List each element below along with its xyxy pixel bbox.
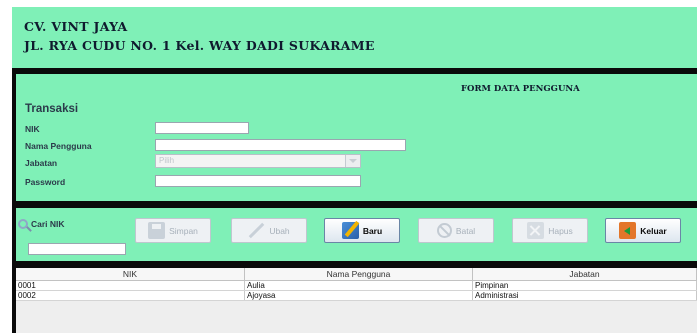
user-form-panel: FORM DATA PENGGUNA Transaksi NIK Nama Pe… (16, 74, 697, 201)
cari-nik-input[interactable] (28, 243, 126, 255)
nik-field[interactable] (155, 122, 249, 134)
batal-button[interactable]: Batal (418, 218, 494, 243)
baru-button-label: Baru (362, 225, 383, 236)
exit-icon (619, 222, 637, 239)
password-label: Password (25, 177, 66, 187)
delete-icon (527, 222, 545, 239)
save-icon (148, 222, 166, 239)
table-cell: Administrasi (473, 291, 697, 300)
cari-nik-label-group: Cari NIK (18, 219, 65, 229)
table-cell: 0001 (16, 281, 245, 290)
keluar-button-label: Keluar (640, 225, 667, 236)
section-heading: Transaksi (25, 103, 79, 115)
jabatan-selected-value: Pilih (159, 156, 175, 165)
column-header-jabatan[interactable]: Jabatan (473, 268, 697, 280)
table-header: NIK Nama Pengguna Jabatan (16, 268, 697, 281)
nama-pengguna-field[interactable] (155, 139, 406, 151)
user-table: NIK Nama Pengguna Jabatan 0001 Aulia Pim… (16, 268, 697, 333)
company-address: JL. RYA CUDU NO. 1 Kel. WAY DADI SUKARAM… (24, 38, 375, 53)
table-row[interactable]: 0001 Aulia Pimpinan (16, 281, 697, 291)
table-cell: 0002 (16, 291, 245, 300)
action-toolbar: Cari NIK Simpan Ubah Baru Batal Hapus Ke… (16, 208, 697, 261)
table-cell: Pimpinan (473, 281, 697, 290)
chevron-down-icon[interactable] (345, 155, 360, 167)
form-title: FORM DATA PENGGUNA (461, 84, 580, 94)
nik-label: NIK (25, 124, 40, 134)
table-cell: Aulia (245, 281, 473, 290)
search-icon (18, 219, 28, 229)
ubah-button[interactable]: Ubah (231, 218, 307, 243)
cancel-icon (436, 223, 452, 238)
baru-button[interactable]: Baru (324, 218, 400, 243)
company-name: CV. VINT JAYA (24, 19, 128, 34)
nama-pengguna-label: Nama Pengguna (25, 141, 92, 151)
keluar-button[interactable]: Keluar (605, 218, 681, 243)
column-header-nik[interactable]: NIK (16, 268, 245, 280)
jabatan-select[interactable]: Pilih (155, 154, 361, 168)
hapus-button-label: Hapus (548, 225, 573, 236)
table-cell: Ajoyasa (245, 291, 473, 300)
hapus-button[interactable]: Hapus (512, 218, 588, 243)
company-header: CV. VINT JAYA JL. RYA CUDU NO. 1 Kel. WA… (12, 7, 697, 68)
simpan-button-label: Simpan (169, 225, 198, 236)
edit-icon (248, 222, 265, 239)
ubah-button-label: Ubah (269, 225, 290, 236)
cari-nik-label: Cari NIK (31, 219, 65, 229)
new-icon (341, 222, 359, 239)
jabatan-label: Jabatan (25, 158, 58, 168)
column-header-nama-pengguna[interactable]: Nama Pengguna (245, 268, 473, 280)
simpan-button[interactable]: Simpan (135, 218, 211, 243)
batal-button-label: Batal (455, 225, 476, 236)
password-field[interactable] (155, 175, 361, 187)
table-row[interactable]: 0002 Ajoyasa Administrasi (16, 291, 697, 301)
